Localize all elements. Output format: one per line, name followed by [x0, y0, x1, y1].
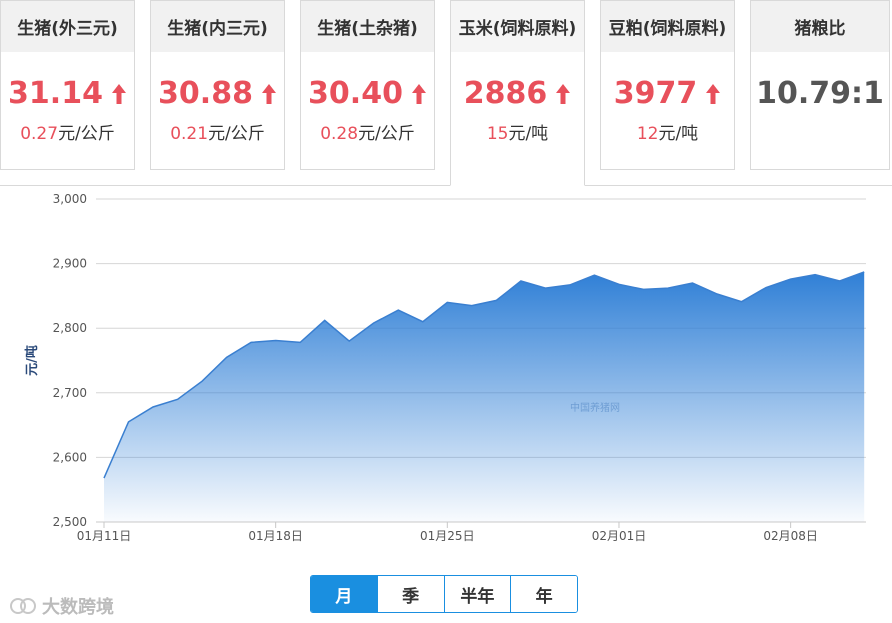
arrow-up-icon [556, 83, 571, 104]
price-row: 3977 [601, 76, 734, 111]
arrow-up-icon [261, 83, 276, 104]
y-tick-label: 2,500 [53, 515, 87, 529]
chart-watermark: 中国养猪网 [570, 401, 620, 414]
price-value: 30.88 [158, 76, 253, 111]
price-card-5[interactable]: 豆粕(饲料原料) 3977 12元/吨 [600, 0, 735, 170]
price-tabs: 生猪(外三元) 31.14 0.27元/公斤 生猪(内三元) 30.88 0.21元/公斤… [0, 0, 892, 186]
price-change-unit: 元/公斤 [358, 124, 415, 144]
price-card-title: 生猪(土杂猪) [301, 1, 434, 52]
price-change: 0.28元/公斤 [301, 119, 434, 144]
price-card-title: 生猪(内三元) [151, 1, 284, 52]
y-tick-label: 3,000 [53, 192, 87, 206]
price-card-title: 猪粮比 [751, 1, 889, 52]
price-card-4[interactable]: 玉米(饲料原料) 2886 15元/吨 [450, 0, 585, 186]
price-value: 30.40 [308, 76, 403, 111]
price-value: 2886 [463, 76, 548, 111]
price-change: 0.21元/公斤 [151, 119, 284, 144]
price-change-value: 0.21 [170, 124, 209, 144]
price-chart: 2,500 2,600 2,700 2,800 2,900 3,000 01月11日 01月1… [24, 192, 866, 543]
price-row: 31.14 [1, 76, 134, 111]
period-button-4[interactable]: 年 [510, 576, 577, 612]
price-change: 15元/吨 [451, 119, 584, 144]
price-change: 12元/吨 [601, 119, 734, 144]
price-change-value: 0.28 [320, 124, 359, 144]
x-tick-label: 02月01日 [592, 529, 647, 543]
price-value: 10.79:1 [756, 76, 884, 111]
y-tick-label: 2,600 [53, 450, 87, 464]
price-card-title: 豆粕(饲料原料) [601, 1, 734, 52]
period-selector: 月季半年年 [310, 575, 578, 613]
price-change-value: 15 [486, 124, 509, 144]
price-row: 30.40 [301, 76, 434, 111]
x-tick-label: 02月08日 [763, 529, 818, 543]
price-value: 3977 [613, 76, 698, 111]
price-change-unit: 元/公斤 [58, 124, 115, 144]
y-tick-label: 2,900 [53, 257, 87, 271]
period-button-2[interactable]: 季 [376, 576, 444, 612]
price-value: 31.14 [8, 76, 103, 111]
arrow-up-icon [111, 83, 126, 104]
price-row: 2886 [451, 76, 584, 111]
brand-logo-icon [10, 598, 36, 614]
arrow-up-icon [411, 83, 426, 104]
y-tick-label: 2,700 [53, 386, 87, 400]
brand-logo: 大数跨境 [8, 593, 114, 619]
period-button-3[interactable]: 半年 [443, 576, 511, 612]
price-change-value: 0.27 [20, 124, 59, 144]
price-card-2[interactable]: 生猪(内三元) 30.88 0.21元/公斤 [150, 0, 285, 170]
x-tick-label: 01月25日 [420, 529, 475, 543]
series-area [104, 272, 865, 522]
price-change-unit: 元/公斤 [208, 124, 265, 144]
x-tick-label: 01月11日 [77, 529, 132, 543]
period-button-1[interactable]: 月 [311, 576, 377, 612]
arrow-up-icon [706, 83, 721, 104]
brand-name: 大数跨境 [42, 597, 114, 618]
price-change-unit: 元/吨 [658, 124, 699, 144]
price-row: 10.79:1 [751, 76, 889, 111]
price-card-3[interactable]: 生猪(土杂猪) 30.40 0.28元/公斤 [300, 0, 435, 170]
price-row: 30.88 [151, 76, 284, 111]
price-card-title: 生猪(外三元) [1, 1, 134, 52]
x-tick-label: 01月18日 [248, 529, 303, 543]
price-card-title: 玉米(饲料原料) [451, 1, 584, 52]
price-change-value: 12 [636, 124, 659, 144]
price-card-6[interactable]: 猪粮比 10.79:1 [750, 0, 890, 170]
price-card-1[interactable]: 生猪(外三元) 31.14 0.27元/公斤 [0, 0, 135, 170]
y-axis-label: 元/吨 [24, 345, 40, 376]
price-change-unit: 元/吨 [508, 124, 549, 144]
y-tick-label: 2,800 [53, 321, 87, 335]
price-change: 0.27元/公斤 [1, 119, 134, 144]
